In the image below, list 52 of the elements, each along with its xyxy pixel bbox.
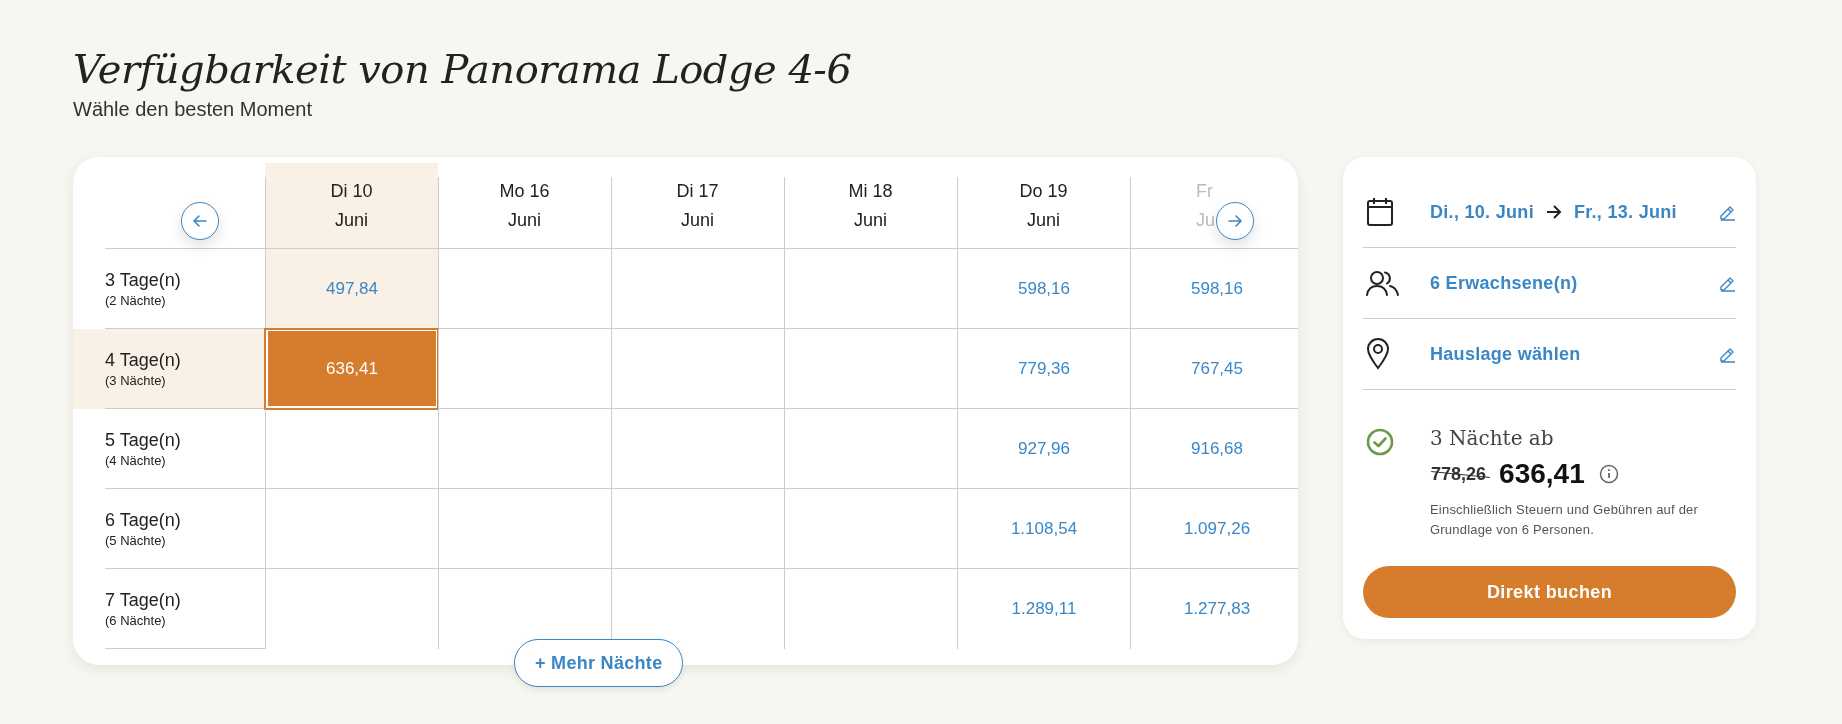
- price-cell[interactable]: 497,84: [265, 249, 438, 329]
- column-month: Juni: [335, 209, 368, 231]
- column-day: Do 19: [1019, 180, 1068, 202]
- row-label: 3 Tage(n): [105, 270, 181, 291]
- column-month: Juni: [1027, 209, 1060, 231]
- price-cell[interactable]: 779,36: [957, 329, 1130, 409]
- price-cell[interactable]: 598,16: [957, 249, 1130, 329]
- book-button[interactable]: Direkt buchen: [1363, 566, 1736, 618]
- column-month: Juni: [508, 209, 541, 231]
- arrow-right-icon: [1545, 205, 1562, 219]
- page-title: Verfügbarkeit von Panorama Lodge 4-6: [73, 46, 852, 92]
- price-cell[interactable]: 598,16: [1130, 249, 1298, 329]
- column-month: Juni: [854, 209, 887, 231]
- column-day: Mo 16: [499, 180, 550, 202]
- price-cell[interactable]: 1.097,26: [1130, 489, 1298, 569]
- price-cell[interactable]: 927,96: [957, 409, 1130, 489]
- price-cell[interactable]: 1.108,54: [957, 489, 1130, 569]
- row-sublabel: (2 Nächte): [105, 293, 166, 308]
- row-label: 5 Tage(n): [105, 430, 181, 451]
- row-sublabel: (4 Nächte): [105, 453, 166, 468]
- calendar-icon: [1366, 197, 1394, 227]
- next-button[interactable]: [1216, 202, 1254, 240]
- price-cell[interactable]: 1.289,11: [957, 569, 1130, 649]
- end-date[interactable]: Fr., 13. Juni: [1573, 201, 1677, 223]
- row-label: 6 Tage(n): [105, 510, 181, 531]
- price-cell[interactable]: 916,68: [1130, 409, 1298, 489]
- price-cell[interactable]: 767,45: [1130, 329, 1298, 409]
- page-subtitle: Wähle den besten Moment: [73, 98, 313, 121]
- column-month: Juni: [681, 209, 714, 231]
- price-note: Einschließlich Steuern und Gebühren auf der Grundlage von 6 Personen.: [1430, 501, 1700, 539]
- price-cell[interactable]: 636,41: [265, 329, 438, 409]
- guests-link[interactable]: 6 Erwachsene(n): [1430, 272, 1578, 294]
- column-day: Mi 18: [848, 180, 893, 202]
- row-label: 7 Tage(n): [105, 590, 181, 611]
- column-day: Di 10: [330, 180, 373, 202]
- total-price: 636,41: [1499, 458, 1585, 490]
- price-cell[interactable]: 1.277,83: [1130, 569, 1298, 649]
- column-month: Ju: [1196, 209, 1215, 231]
- column-day: Di 17: [676, 180, 719, 202]
- people-icon: [1366, 270, 1400, 296]
- column-day: Fr: [1196, 180, 1213, 202]
- location-link[interactable]: Hauslage wählen: [1430, 343, 1581, 365]
- more-nights-button[interactable]: + Mehr Nächte: [514, 639, 684, 687]
- check-circle-icon: [1366, 428, 1394, 456]
- row-sublabel: (5 Nächte): [105, 533, 166, 548]
- start-date[interactable]: Di., 10. Juni: [1430, 201, 1534, 223]
- row-label: 4 Tage(n): [105, 350, 181, 371]
- map-pin-icon: [1366, 338, 1390, 370]
- info-icon[interactable]: [1598, 464, 1619, 484]
- row-sublabel: (3 Nächte): [105, 373, 166, 388]
- nights-label: 3 Nächte ab: [1430, 426, 1554, 450]
- row-sublabel: (6 Nächte): [105, 613, 166, 628]
